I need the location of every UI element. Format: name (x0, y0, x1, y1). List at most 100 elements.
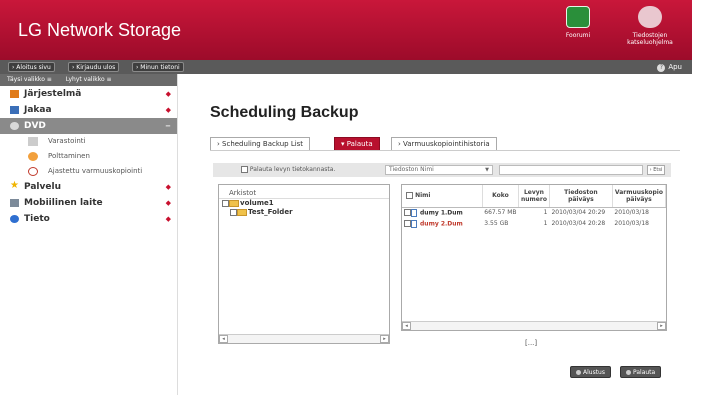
search-bar: Palauta levyn tietokannasta. Tiedoston N… (213, 163, 671, 177)
storage-icon (28, 137, 38, 146)
sidebar-item-service[interactable]: ★ Palvelu ◆ (0, 179, 177, 195)
tree-checkbox[interactable] (230, 208, 237, 216)
sidebar-item-share[interactable]: Jakaa ◆ (0, 102, 177, 118)
disk-number: 1 (543, 220, 548, 227)
column-header-file-date[interactable]: Tiedoston päiväys (549, 185, 613, 208)
share-icon (10, 106, 19, 114)
sidebar-item-info[interactable]: Tieto ◆ (0, 211, 177, 227)
file-name: dumy 2.Dum (420, 220, 463, 227)
column-label: Nimi (415, 192, 431, 200)
tree-scrollbar[interactable]: ◂ ▸ (219, 334, 389, 343)
scroll-right-icon[interactable]: ▸ (657, 322, 666, 330)
backup-date: 2010/03/18 (614, 209, 649, 217)
table-row[interactable]: dumy 2.Dum 3.55 GB 1 2010/03/04 20:28 20… (402, 218, 666, 229)
reset-button[interactable]: Alustus (570, 366, 611, 378)
my-info-button[interactable]: › Minun tietoni (132, 62, 184, 72)
column-header-size[interactable]: Koko (482, 185, 520, 208)
table-row[interactable]: dumy 1.Dum 667.57 MB 1 2010/03/04 20:29 … (402, 207, 666, 218)
file-name-cell: dumy 1.Dum (402, 207, 482, 218)
burn-icon (28, 152, 38, 161)
row-checkbox[interactable] (404, 209, 411, 217)
chevron-down-icon: ▼ (485, 167, 489, 173)
app-title: LG Network Storage (18, 20, 182, 40)
file-table: Nimi Koko Levyn numero Tiedoston päiväys… (402, 185, 667, 229)
chevron-right-icon: ◆ (165, 199, 171, 207)
search-button[interactable]: › Etsi (647, 165, 665, 175)
backup-date: 2010/03/18 (614, 220, 649, 227)
home-button[interactable]: › Aloitus sivu (8, 62, 55, 72)
sidebar-sub-label: Varastointi (48, 137, 86, 145)
tree-node-label: Test_Folder (248, 208, 293, 216)
restore-from-db-label: Palauta levyn tietokannasta. (249, 166, 336, 173)
sidebar-item-system[interactable]: Järjestelmä ◆ (0, 86, 177, 102)
tab-schedule-list[interactable]: › Scheduling Backup List (210, 137, 311, 151)
full-menu-tab[interactable]: Täysi valikko ≡ (7, 76, 52, 83)
select-all-checkbox[interactable] (406, 192, 413, 200)
file-date: 2010/03/04 20:29 (551, 209, 606, 217)
sidebar-item-label: DVD (24, 121, 46, 131)
star-icon: ★ (10, 180, 19, 191)
column-header-disk[interactable]: Levyn numero (518, 185, 550, 208)
column-header-backup-date[interactable]: Varmuuskopio päiväys (612, 185, 667, 208)
reset-bullet-icon (576, 370, 581, 375)
restore-from-db-option[interactable]: Palauta levyn tietokannasta. (241, 166, 335, 173)
collapse-icon: − (165, 122, 171, 130)
search-field-value: Tiedoston Nimi (389, 166, 434, 173)
tab-divider (210, 150, 680, 151)
folder-icon (237, 208, 247, 216)
sidebar-item-label: Järjestelmä (24, 89, 82, 99)
logout-button[interactable]: › Kirjaudu ulos (68, 62, 120, 72)
tree-node-volume1[interactable]: volume1 (219, 199, 389, 208)
sidebar-sub-storage[interactable]: Varastointi (0, 134, 177, 149)
file-icon (411, 219, 417, 228)
file-viewer-icon (638, 6, 662, 28)
archive-tree-header: Arkistot (219, 185, 389, 199)
sidebar-item-mobile[interactable]: Mobiilinen laite ◆ (0, 195, 177, 211)
sidebar-item-label: Jakaa (24, 105, 52, 115)
chevron-right-icon: ◆ (165, 90, 171, 98)
sidebar-sub-burning[interactable]: Polttaminen (0, 149, 177, 164)
info-icon (10, 215, 19, 223)
forum-label: Foorumi (565, 32, 591, 39)
file-size: 3.55 GB (484, 220, 509, 227)
sidebar: Täysi valikko ≡ Lyhyt valikko ≡ Järjeste… (0, 74, 178, 395)
reset-label: Alustus (583, 369, 605, 376)
scroll-right-icon[interactable]: ▸ (380, 335, 389, 343)
file-size: 667.57 MB (484, 209, 517, 217)
search-field-select[interactable]: Tiedoston Nimi ▼ (385, 165, 493, 175)
tab-restore[interactable]: ▾ Palauta (334, 137, 380, 151)
system-icon (10, 90, 19, 98)
tab-backup-history[interactable]: › Varmuuskopiointihistoria (391, 137, 497, 151)
dvd-icon (10, 122, 19, 130)
scroll-left-icon[interactable]: ◂ (402, 322, 411, 330)
device-icon (10, 199, 19, 207)
restore-from-db-checkbox[interactable] (241, 166, 248, 173)
column-header-name[interactable]: Nimi (402, 185, 483, 208)
folder-icon (229, 199, 239, 207)
page-title: Scheduling Backup (210, 104, 359, 121)
help-link[interactable]: ? Apu (657, 61, 682, 73)
forum-link[interactable]: Foorumi (548, 6, 608, 39)
tree-node-test-folder[interactable]: Test_Folder (219, 208, 389, 217)
file-list-panel: Nimi Koko Levyn numero Tiedoston päiväys… (401, 184, 667, 331)
tree-checkbox[interactable] (222, 199, 229, 207)
forum-icon (566, 6, 590, 28)
search-input[interactable] (499, 165, 643, 175)
file-name: dumy 1.Dum (420, 209, 463, 217)
sidebar-sub-label: Ajastettu varmuuskopiointi (48, 167, 143, 175)
help-icon: ? (657, 64, 666, 72)
sidebar-item-label: Mobiilinen laite (24, 198, 103, 208)
row-checkbox[interactable] (404, 220, 411, 227)
pagination[interactable]: [...] (525, 339, 537, 347)
tree-node-label: volume1 (240, 199, 274, 207)
file-list-scrollbar[interactable]: ◂ ▸ (402, 321, 666, 330)
chevron-right-icon: ◆ (165, 106, 171, 114)
restore-label: Palauta (633, 369, 656, 376)
file-viewer-link[interactable]: Tiedostojen katseluohjelma (620, 6, 680, 46)
scroll-left-icon[interactable]: ◂ (219, 335, 228, 343)
sidebar-item-dvd[interactable]: DVD − (0, 118, 177, 134)
archive-tree-panel: Arkistot volume1 Test_Folder ◂ ▸ (218, 184, 390, 344)
short-menu-tab[interactable]: Lyhyt valikko ≡ (66, 76, 112, 83)
restore-button[interactable]: Palauta (620, 366, 662, 378)
sidebar-sub-scheduled-backup[interactable]: Ajastettu varmuuskopiointi (0, 164, 177, 179)
